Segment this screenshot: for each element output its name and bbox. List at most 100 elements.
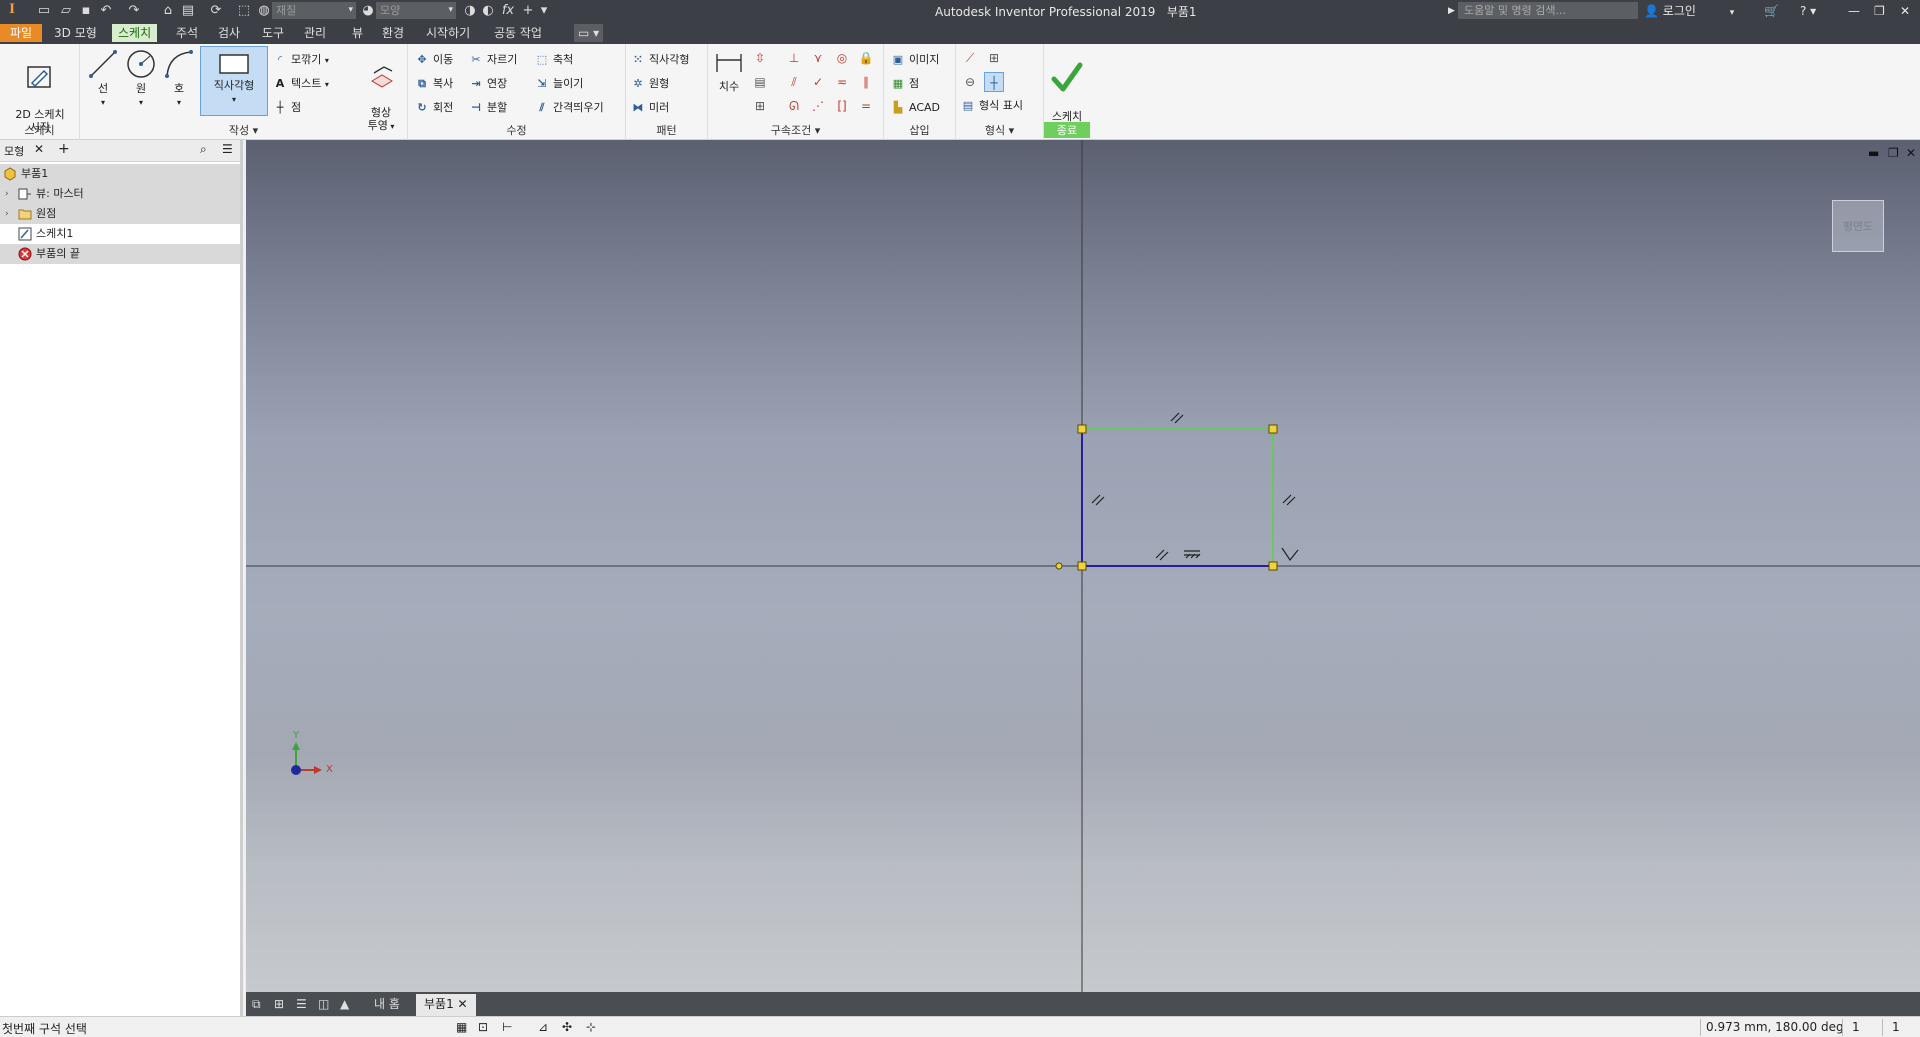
rectangle-button[interactable]: 직사각형 ▾ — [200, 46, 268, 116]
browser-search-icon[interactable]: ⌕ — [200, 142, 207, 157]
tab-options-icon[interactable]: ▭ ▾ — [574, 24, 604, 42]
print-icon[interactable]: ▤ — [178, 2, 198, 20]
tangent-icon[interactable]: ✓ — [808, 72, 828, 92]
move-button[interactable]: ✥ 이동 — [414, 50, 453, 70]
home-icon[interactable]: ⌂ — [158, 2, 178, 20]
minimize-icon[interactable]: — — [1848, 2, 1860, 20]
sketch-navigation-icon[interactable]: ✣ — [562, 1020, 572, 1034]
web-icon[interactable]: ◍ — [254, 2, 274, 20]
help-icon[interactable]: ? ▾ — [1800, 2, 1816, 20]
center-point-icon[interactable]: ⊞ — [984, 48, 1004, 68]
open-file-icon[interactable]: ▱ — [56, 2, 76, 20]
insert-image-button[interactable]: ▣ 이미지 — [890, 50, 940, 70]
dimension-button[interactable]: 치수 — [712, 48, 746, 93]
browser-menu-icon[interactable]: ☰ — [222, 142, 233, 156]
cart-icon[interactable]: 🛒 — [1764, 2, 1779, 20]
line-button[interactable]: 선 ▾ — [86, 48, 120, 109]
show-constraints-icon[interactable]: ▤ — [750, 72, 770, 92]
parameters-icon[interactable]: fx — [498, 2, 518, 20]
concentric-icon[interactable]: ◎ — [832, 48, 852, 68]
tab-annotate[interactable]: 주석 — [170, 24, 204, 42]
update-icon[interactable]: ⟳ — [206, 2, 226, 20]
auto-dimension-icon[interactable]: ⇳ — [750, 48, 770, 68]
circular-pattern-button[interactable]: ✲ 원형 — [630, 74, 669, 94]
rotate-button[interactable]: ↻ 회전 — [414, 98, 453, 118]
login-button[interactable]: 👤 로그인 ▾ — [1644, 2, 1734, 22]
centerline-icon[interactable]: ⊖ — [960, 72, 980, 92]
search-expand-icon[interactable]: ▶ — [1448, 2, 1455, 20]
smooth-icon[interactable]: ᘏ — [784, 96, 804, 116]
driven-dimension-icon[interactable]: ┼ — [984, 72, 1004, 92]
document-tab[interactable]: 부품1 ✕ — [416, 994, 476, 1016]
tree-item-view-master[interactable]: › 뷰: 마스터 — [0, 184, 240, 204]
adjust-icon[interactable]: ◑ — [460, 2, 480, 20]
tab-tools[interactable]: 도구 — [256, 24, 290, 42]
tab-manage[interactable]: 관리 — [298, 24, 332, 42]
project-geometry-button[interactable]: 형상 투영 ▾ — [358, 48, 404, 133]
stretch-button[interactable]: ⇲ 늘이기 — [534, 74, 583, 94]
sketch-points[interactable] — [1055, 424, 1278, 571]
insert-acad-button[interactable]: ▙ ACAD — [890, 98, 940, 118]
tab-list-icon[interactable]: ▲ — [340, 995, 349, 1013]
text-button[interactable]: A 텍스트 ▾ — [272, 74, 329, 94]
split-button[interactable]: ⊣ 분할 — [468, 98, 507, 118]
panel-label-create[interactable]: 작성 ▾ — [80, 122, 407, 138]
copy-button[interactable]: ⧉ 복사 — [414, 74, 453, 94]
expand-arrow-icon[interactable]: › — [5, 204, 15, 224]
cascade-windows-icon[interactable]: ⧉ — [252, 995, 261, 1013]
insert-points-button[interactable]: ▦ 점 — [890, 74, 919, 94]
parallel-icon[interactable]: ⫽ — [784, 72, 804, 92]
horizontal-icon[interactable]: ≂ — [832, 72, 852, 92]
material-combo[interactable]: 재질 ▾ — [272, 2, 356, 19]
customize-icon[interactable]: ▾ — [534, 2, 554, 20]
redo-icon[interactable]: ↷ — [124, 2, 144, 20]
tab-sketch[interactable]: 스케치 — [112, 24, 158, 42]
offset-button[interactable]: ⫽ 간격띄우기 — [534, 98, 604, 118]
panel-label-constrain[interactable]: 구속조건 ▾ — [708, 122, 883, 138]
appearance-combo[interactable]: 모양 ▾ — [376, 2, 456, 19]
tree-item-end-of-part[interactable]: 부품의 끝 — [0, 244, 240, 264]
doc-tab-close-icon[interactable]: ✕ — [458, 997, 468, 1011]
panel-label-format[interactable]: 형식 ▾ — [956, 122, 1043, 138]
tile-horizontal-icon[interactable]: ☰ — [296, 995, 307, 1013]
tab-get-started[interactable]: 시작하기 — [420, 24, 476, 42]
appearance-icon[interactable]: ◕ — [358, 2, 378, 20]
vertical-icon[interactable]: ∥ — [856, 72, 876, 92]
sketch-rectangle[interactable] — [1081, 428, 1274, 567]
snap-settings-icon[interactable]: ⊹ — [586, 1020, 596, 1034]
constraint-glyphs[interactable] — [1091, 412, 1299, 562]
fix-icon[interactable]: 🔒 — [856, 48, 876, 68]
scale-button[interactable]: ⬚ 축척 — [534, 50, 573, 70]
circle-button[interactable]: 원 ▾ — [124, 48, 158, 109]
show-dof-icon[interactable]: ⊿ — [538, 1020, 548, 1034]
tree-item-origin[interactable]: › 원점 — [0, 204, 240, 224]
tab-environments[interactable]: 환경 — [376, 24, 410, 42]
rectangular-pattern-button[interactable]: ⁙ 직사각형 — [630, 50, 689, 70]
relax-mode-icon[interactable]: ⊞ — [750, 96, 770, 116]
construction-icon[interactable]: ⟋ — [960, 48, 980, 68]
constraint-inference-icon[interactable]: ⊡ — [478, 1020, 488, 1034]
clear-override-icon[interactable]: ◐ — [478, 2, 498, 20]
help-search-input[interactable]: 도움말 및 명령 검색... — [1458, 2, 1638, 19]
equal-icon[interactable]: = — [856, 96, 876, 116]
browser-add-tab-icon[interactable]: + — [58, 141, 70, 157]
tile-windows-icon[interactable]: ⊞ — [274, 995, 284, 1013]
browser-tab-close-icon[interactable]: ✕ — [34, 142, 44, 156]
grid-snap-icon[interactable]: ▦ — [456, 1020, 467, 1034]
tab-inspect[interactable]: 검사 — [212, 24, 246, 42]
mirror-button[interactable]: ⧓ 미러 — [630, 98, 670, 118]
tab-view[interactable]: 뷰 — [346, 24, 369, 42]
tab-file[interactable]: 파일 — [0, 24, 43, 42]
arc-button[interactable]: 호 ▾ — [162, 48, 196, 109]
coincident-icon[interactable]: ⋎ — [808, 48, 828, 68]
tile-vertical-icon[interactable]: ◫ — [318, 995, 329, 1013]
extend-button[interactable]: ⇥ 연장 — [468, 74, 507, 94]
graphics-window[interactable]: ▬ ❐ ✕ 평면도 Y X — [246, 140, 1920, 992]
fillet-button[interactable]: ◜ 모깎기 ▾ — [272, 50, 329, 70]
select-icon[interactable]: ⬚ — [234, 2, 254, 20]
browser-tab-model[interactable]: 모형 — [4, 143, 24, 159]
inventor-logo-icon[interactable]: I — [3, 1, 21, 21]
tree-item-part[interactable]: 부품1 — [0, 164, 240, 184]
close-icon[interactable]: ✕ — [1900, 2, 1910, 20]
point-button[interactable]: ┼ 점 — [272, 98, 301, 118]
